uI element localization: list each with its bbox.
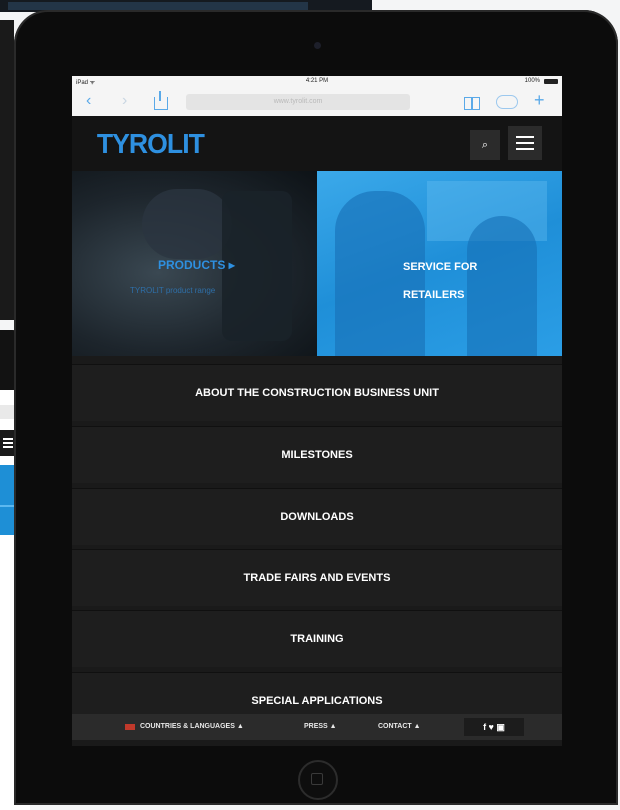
products-label: PRODUCTS (158, 258, 226, 272)
back-arrow-icon[interactable]: ‹ (86, 92, 91, 110)
flag-icon (125, 724, 135, 730)
phone-menu-icon (3, 438, 13, 440)
search-button[interactable]: ⌕ (470, 130, 500, 160)
service-tile[interactable]: SERVICE FOR RETAILERS (317, 171, 562, 356)
clock: 4:21 PM (305, 78, 329, 84)
share-icon[interactable] (154, 91, 168, 110)
battery-icon (544, 79, 558, 84)
menu-item-milestones[interactable]: MILESTONES (72, 426, 562, 483)
hamburger-menu-icon (516, 148, 534, 150)
cloud-icon[interactable] (496, 95, 518, 109)
hamburger-menu-icon (516, 142, 534, 144)
tyrolit-logo[interactable]: TYROLIT (97, 128, 205, 160)
hamburger-menu-icon (516, 136, 534, 138)
products-title: PRODUCTS ▸ (158, 258, 235, 272)
hero-section: PRODUCTS ▸ TYROLIT product range SERVICE… (72, 171, 562, 356)
menu-button[interactable] (508, 126, 542, 160)
footer-bar: COUNTRIES & LANGUAGES ▲ PRESS ▲ CONTACT … (72, 714, 562, 740)
contact-link[interactable]: CONTACT ▲ (378, 723, 421, 730)
url-bar[interactable]: www.tyrolit.com (186, 94, 410, 110)
chevron-right-icon: ▸ (228, 258, 235, 272)
book-icon[interactable] (464, 97, 480, 110)
background-laptop (0, 20, 14, 320)
menu-item-downloads[interactable]: DOWNLOADS (72, 488, 562, 545)
person-figure (467, 216, 537, 356)
countries-languages-link[interactable]: COUNTRIES & LANGUAGES ▲ (140, 723, 244, 730)
browser-toolbar: ‹ › www.tyrolit.com + (72, 88, 562, 117)
products-tile[interactable]: PRODUCTS ▸ TYROLIT product range (72, 171, 317, 356)
press-link[interactable]: PRESS ▲ (304, 723, 337, 730)
search-icon: ⌕ (481, 139, 489, 151)
person-figure (335, 191, 425, 356)
service-title-line2: RETAILERS (403, 289, 465, 301)
menu-item-about[interactable]: ABOUT THE CONSTRUCTION BUSINESS UNIT (72, 364, 562, 421)
forward-arrow-icon[interactable]: › (122, 92, 127, 110)
status-bar: iPad ᯤ 4:21 PM 100% (72, 76, 562, 88)
worker-figure (142, 189, 232, 259)
products-subtitle: TYROLIT product range (130, 286, 216, 295)
home-button[interactable] (298, 760, 338, 800)
social-icons[interactable]: f ♥ ▣ (464, 718, 524, 736)
camera-icon (314, 42, 321, 49)
battery-label: 100% (524, 78, 540, 84)
tablet-screen: iPad ᯤ 4:21 PM 100% ‹ › www.tyrolit.com … (72, 76, 562, 746)
menu-item-trade-fairs[interactable]: TRADE FAIRS AND EVENTS (72, 549, 562, 606)
service-title-line1: SERVICE FOR (403, 261, 478, 273)
tablet-device: iPad ᯤ 4:21 PM 100% ‹ › www.tyrolit.com … (14, 10, 618, 805)
site-header: TYROLIT ⌕ (72, 116, 562, 171)
menu-item-training[interactable]: TRAINING (72, 610, 562, 667)
plus-icon[interactable]: + (534, 91, 545, 109)
monitor-screen (8, 2, 308, 10)
